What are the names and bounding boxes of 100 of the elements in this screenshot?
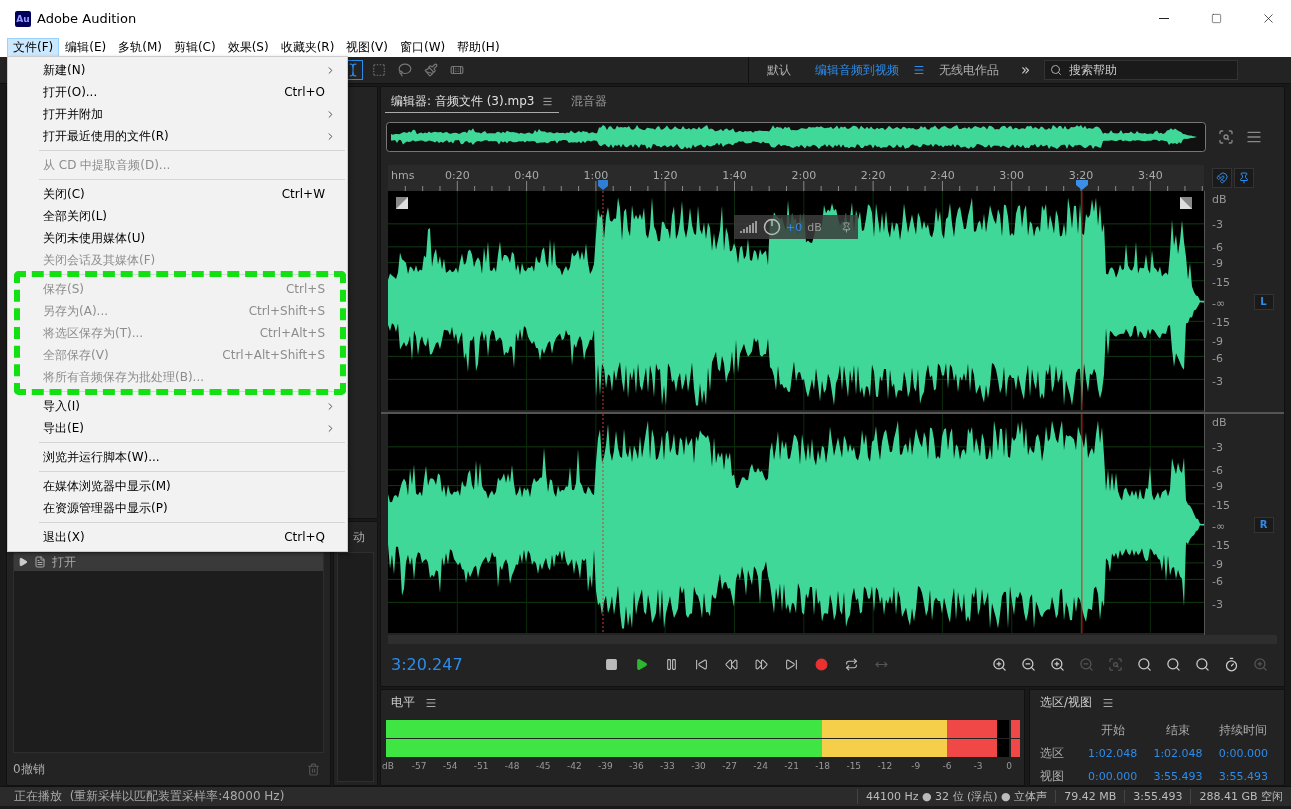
fade-out-handle-icon[interactable] bbox=[1180, 197, 1192, 209]
menu-entry-label: 打开最近使用的文件(R) bbox=[43, 127, 170, 145]
zoom-in-icon bbox=[1252, 657, 1268, 673]
menu-item[interactable]: 编辑(E) bbox=[59, 37, 113, 57]
menu-entry[interactable]: 在资源管理器中显示(P) bbox=[24, 497, 339, 519]
db-label: -6 bbox=[1212, 351, 1223, 365]
pin-icon[interactable] bbox=[841, 221, 852, 233]
workspace-tab[interactable]: 默认 bbox=[757, 59, 801, 81]
menu-item[interactable]: 视图(V) bbox=[340, 37, 394, 57]
time-ruler[interactable]: hms 0:20 0:40 1:00 1:20 1:40 2:00 2:20 2:40 3:00 3:20 3:40 bbox=[388, 165, 1204, 191]
menu-entry[interactable]: 打开并附加 bbox=[24, 103, 339, 125]
zoom-icon[interactable] bbox=[1218, 129, 1234, 145]
menu-item[interactable]: 文件(F) bbox=[7, 37, 60, 57]
knob-icon[interactable] bbox=[763, 218, 781, 236]
time-value[interactable]: 3:55.493 bbox=[1210, 769, 1276, 783]
db-label: -15 bbox=[1212, 498, 1230, 512]
menu-entry-label: 关闭会话及其媒体(F) bbox=[43, 251, 157, 269]
volume-hud[interactable]: +0 dB bbox=[734, 215, 858, 239]
list-icon[interactable] bbox=[1246, 129, 1262, 145]
menu-item[interactable]: 效果(S) bbox=[221, 37, 275, 57]
clip-indicator[interactable] bbox=[1011, 738, 1020, 757]
menu-entry-label: 在资源管理器中显示(P) bbox=[43, 499, 169, 517]
db-label: -3 bbox=[1212, 217, 1223, 231]
menu-entry[interactable]: 打开最近使用的文件(R) bbox=[24, 125, 339, 147]
meter-scale-label: -57 bbox=[411, 760, 427, 771]
menu-entry[interactable]: 打开(O)... Ctrl+O bbox=[24, 81, 339, 103]
menu-entry-label: 全部保存(V) bbox=[43, 346, 110, 364]
lasso-icon bbox=[398, 63, 412, 77]
app-logo: Au bbox=[15, 10, 31, 27]
time-value[interactable]: 0:00.000 bbox=[1080, 769, 1146, 783]
meter-scale-label: -54 bbox=[442, 760, 458, 771]
time-value[interactable]: 1:02.048 bbox=[1080, 746, 1146, 760]
meter-scale-label: -21 bbox=[784, 760, 799, 771]
menu-entry[interactable]: 导入(I) bbox=[24, 395, 339, 417]
menu-entry-label: 导出(E) bbox=[43, 419, 85, 437]
meter-scale-label: -9 bbox=[911, 760, 921, 771]
time-value[interactable]: 0:00.000 bbox=[1210, 746, 1276, 760]
editor-tab[interactable]: 混音器 bbox=[565, 91, 614, 113]
time-value[interactable]: 1:02.048 bbox=[1145, 746, 1211, 760]
panel-title: 选区/视图 bbox=[1040, 694, 1093, 712]
window-title: Adobe Audition bbox=[37, 11, 138, 26]
panel-tab[interactable]: 动 bbox=[353, 528, 365, 546]
channel-toggle[interactable]: R bbox=[1253, 516, 1274, 533]
ruler-unit: hms bbox=[391, 169, 415, 182]
brush-icon bbox=[424, 63, 438, 77]
marker-button[interactable] bbox=[1234, 168, 1254, 188]
meter-scale-label: -30 bbox=[691, 760, 706, 771]
menu-entry[interactable]: 在媒体浏览器中显示(M) bbox=[24, 475, 339, 497]
menu-icon[interactable] bbox=[425, 696, 437, 709]
menu-entry-label: 关闭(C) bbox=[43, 185, 86, 203]
db-label: -15 bbox=[1212, 539, 1230, 552]
overview-waveform-drawing[interactable] bbox=[386, 122, 1206, 152]
pause-icon bbox=[664, 658, 678, 672]
search-field[interactable]: 搜索帮助 bbox=[1044, 60, 1239, 80]
menu-entry-label: 在媒体浏览器中显示(M) bbox=[43, 477, 172, 495]
menu-item[interactable]: 剪辑(C) bbox=[167, 37, 222, 57]
zoom-out-icon bbox=[1078, 657, 1094, 673]
shortcut-label: Ctrl+O bbox=[284, 85, 325, 99]
db-label: -3 bbox=[1212, 440, 1223, 454]
menu-entry[interactable]: 导出(E) bbox=[24, 417, 339, 439]
menu-icon[interactable] bbox=[913, 64, 925, 76]
menu-entry[interactable]: 退出(X) Ctrl+Q bbox=[24, 526, 339, 548]
menu-item[interactable]: 窗口(W) bbox=[393, 37, 452, 57]
history-item[interactable]: 打开 bbox=[14, 553, 323, 571]
meter-scale-label: -24 bbox=[753, 760, 768, 771]
signal-icon bbox=[740, 221, 758, 233]
scrollbar[interactable] bbox=[388, 635, 1277, 644]
menu-entry-label: 关闭未使用媒体(U) bbox=[43, 229, 147, 247]
db-label: -15 bbox=[1212, 316, 1230, 329]
fade-in-handle-icon[interactable] bbox=[396, 197, 408, 209]
ruler-label: 1:20 bbox=[652, 169, 678, 182]
ruler-label: 2:40 bbox=[930, 169, 955, 182]
more-workspaces-button[interactable]: » bbox=[1013, 61, 1039, 79]
ruler-label: 0:20 bbox=[444, 169, 470, 182]
menu-icon[interactable] bbox=[542, 96, 554, 107]
workspace-tab[interactable]: 无线电作品 bbox=[929, 59, 1009, 81]
menu-entry[interactable]: 全部关闭(L) bbox=[24, 205, 339, 227]
menu-item[interactable]: 帮助(H) bbox=[451, 37, 506, 57]
workspace-tab[interactable]: 编辑音频到视频 bbox=[805, 59, 909, 81]
db-label: dB bbox=[1212, 192, 1227, 206]
menu-entry-label: 将选区保存为(T)... bbox=[43, 324, 145, 342]
bandage-icon bbox=[450, 63, 464, 77]
channel-toggle[interactable]: L bbox=[1253, 293, 1274, 310]
db-label: -∞ bbox=[1212, 296, 1226, 310]
db-label: -15 bbox=[1212, 275, 1230, 289]
menu-entry[interactable]: 新建(N) bbox=[24, 59, 339, 81]
menu-entry[interactable]: 浏览并运行脚本(W)... bbox=[24, 446, 339, 468]
clip-indicator[interactable] bbox=[1011, 719, 1020, 738]
menu-item[interactable]: 多轨(M) bbox=[112, 37, 168, 57]
menu-entry[interactable]: 关闭未使用媒体(U) bbox=[24, 227, 339, 249]
menu-entry[interactable]: 关闭(C) Ctrl+W bbox=[24, 183, 339, 205]
editor-tab[interactable]: 编辑器: 音频文件 (3).mp3 bbox=[385, 91, 560, 113]
menu-entry-label: 全部关闭(L) bbox=[43, 207, 109, 225]
volume-unit: dB bbox=[807, 220, 822, 234]
menu-icon[interactable] bbox=[1102, 696, 1115, 709]
zoom-selection-icon bbox=[1194, 657, 1210, 673]
snap-button[interactable] bbox=[1212, 168, 1232, 188]
meter-scale-label: -51 bbox=[473, 760, 489, 771]
time-value[interactable]: 3:55.493 bbox=[1145, 769, 1211, 783]
menu-item[interactable]: 收藏夹(R) bbox=[274, 37, 341, 57]
